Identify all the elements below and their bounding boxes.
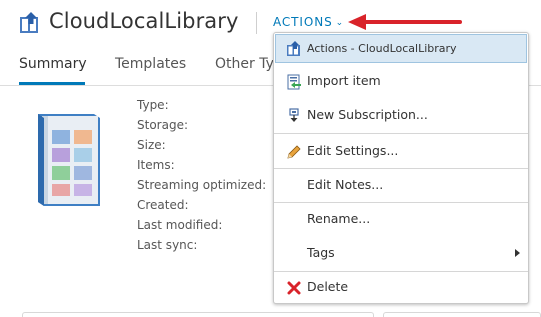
chevron-down-icon: ⌄ [335, 18, 345, 28]
menu-item-delete[interactable]: Delete [274, 271, 528, 305]
import-icon [287, 74, 301, 90]
menu-item-label: New Subscription... [307, 107, 428, 122]
tab-summary[interactable]: Summary [19, 56, 87, 72]
menu-item-label: Rename... [307, 211, 371, 226]
page-title: CloudLocalLibrary [49, 9, 239, 33]
property-type-label: Type: [137, 98, 169, 112]
actions-label: ACTIONS [273, 15, 333, 29]
header-divider [256, 12, 257, 34]
menu-item-label: Tags [307, 245, 335, 260]
menu-item-label: Import item [307, 73, 381, 88]
annotation-arrow-icon [348, 14, 462, 30]
menu-item-label: Edit Settings... [307, 143, 399, 158]
menu-item-new-subscription[interactable]: New Subscription... [274, 99, 528, 133]
content-library-icon [20, 12, 38, 33]
library-book-icon [38, 114, 100, 206]
property-streaming-label: Streaming optimized: [137, 178, 267, 192]
submenu-arrow-icon [515, 249, 520, 257]
menu-header-label: Actions - CloudLocalLibrary [307, 42, 457, 55]
menu-item-edit-notes[interactable]: Edit Notes... [274, 169, 528, 203]
content-library-icon [287, 41, 300, 56]
pencil-icon [287, 145, 301, 159]
bottom-panel-left [22, 312, 374, 317]
actions-menu: Actions - CloudLocalLibrary Import item … [273, 32, 529, 304]
actions-dropdown-button[interactable]: ACTIONS ⌄ [273, 15, 344, 29]
tab-templates[interactable]: Templates [115, 56, 186, 72]
menu-header: Actions - CloudLocalLibrary [275, 34, 527, 63]
menu-item-tags[interactable]: Tags [274, 237, 528, 271]
library-properties: Type: Storage: Size: Items: Streaming op… [137, 95, 266, 255]
menu-item-label: Edit Notes... [307, 177, 384, 192]
menu-item-edit-settings[interactable]: Edit Settings... [274, 135, 528, 169]
menu-divider [274, 133, 528, 134]
property-last-modified-label: Last modified: [137, 218, 223, 232]
property-storage-label: Storage: [137, 118, 188, 132]
menu-item-rename[interactable]: Rename... [274, 203, 528, 237]
subscription-icon [289, 108, 299, 122]
delete-icon [287, 281, 301, 295]
menu-item-label: Delete [307, 279, 349, 294]
bottom-panel-right [383, 312, 541, 317]
tab-other-types[interactable]: Other Ty [215, 56, 274, 72]
property-items-label: Items: [137, 158, 175, 172]
property-created-label: Created: [137, 198, 189, 212]
property-last-sync-label: Last sync: [137, 238, 198, 252]
property-size-label: Size: [137, 138, 166, 152]
menu-item-import-item[interactable]: Import item [274, 65, 528, 99]
